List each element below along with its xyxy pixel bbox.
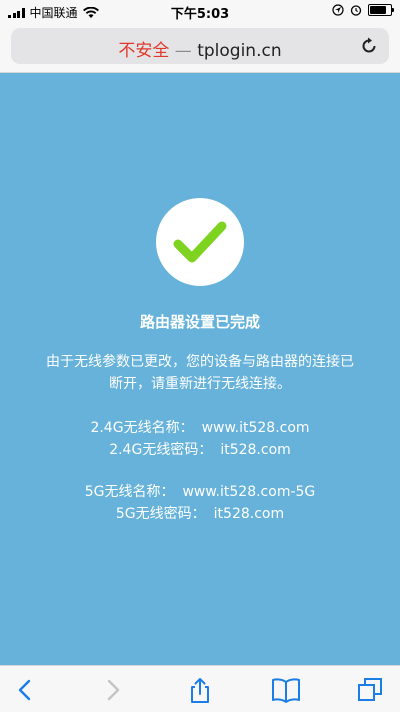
address-bar-container: 不安全 — tplogin.cn (0, 22, 400, 73)
page-title: 路由器设置已完成 (139, 313, 260, 331)
browser-toolbar (0, 665, 400, 712)
url-display[interactable]: 不安全 — tplogin.cn (11, 36, 389, 61)
battery-icon (368, 4, 394, 16)
wifi-5g-password-row: 5G无线密码： it528.com (0, 503, 400, 525)
wifi-5g-info: 5G无线名称： www.it528.com-5G 5G无线密码： it528.com (0, 481, 400, 525)
wifi-24g-password-value: it528.com (220, 442, 291, 458)
url-domain: tplogin.cn (197, 41, 282, 61)
wifi-5g-password-label: 5G无线密码： (115, 506, 206, 522)
wifi-5g-name-value: www.it528.com-5G (182, 484, 316, 500)
forward-icon[interactable] (98, 676, 126, 704)
router-setup-complete-page: 路由器设置已完成 由于无线参数已更改，您的设备与路由器的连接已断开，请重新进行无… (0, 73, 400, 665)
wifi-24g-name-value: www.it528.com (201, 420, 310, 436)
wifi-24g-name-label: 2.4G无线名称： (90, 420, 194, 436)
wifi-24g-password-row: 2.4G无线密码： it528.com (0, 439, 400, 461)
back-icon[interactable] (12, 676, 40, 704)
wifi-5g-name-label: 5G无线名称： (84, 484, 175, 500)
reload-icon[interactable] (359, 36, 379, 56)
checkmark-icon (173, 221, 227, 263)
wifi-24g-name-row: 2.4G无线名称： www.it528.com (0, 417, 400, 439)
share-icon[interactable] (186, 676, 214, 704)
wifi-5g-name-row: 5G无线名称： www.it528.com-5G (0, 481, 400, 503)
url-separator: — (174, 41, 192, 61)
status-bar: 中国联通 下午5:03 (0, 0, 400, 22)
description-text: 由于无线参数已更改，您的设备与路由器的连接已断开，请重新进行无线连接。 (46, 354, 354, 392)
wifi-5g-password-value: it528.com (213, 506, 285, 522)
location-icon (332, 4, 344, 16)
wifi-24g-info: 2.4G无线名称： www.it528.com 2.4G无线密码： it528.co… (0, 417, 400, 461)
success-badge (156, 198, 244, 286)
insecure-label: 不安全 (118, 41, 170, 61)
tabs-icon[interactable] (356, 676, 384, 704)
bookmarks-icon[interactable] (270, 676, 302, 704)
status-right (332, 4, 394, 16)
address-bar[interactable]: 不安全 — tplogin.cn (11, 28, 389, 64)
wifi-24g-password-label: 2.4G无线密码： (109, 442, 213, 458)
alarm-icon (350, 5, 362, 16)
